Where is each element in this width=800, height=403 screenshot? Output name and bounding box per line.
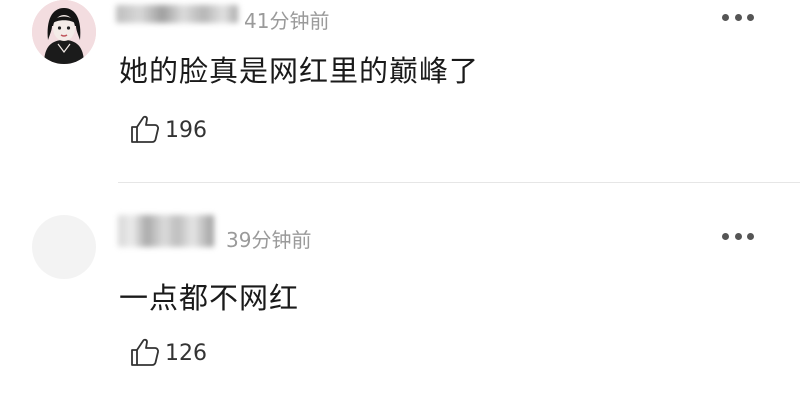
comment-time: 39分钟前 (226, 228, 312, 252)
divider (118, 182, 800, 183)
comment-text: 一点都不网红 (119, 281, 300, 315)
more-dots-icon[interactable] (722, 233, 754, 241)
thumbs-up-icon (131, 338, 159, 366)
like-button[interactable]: 196 (128, 112, 207, 146)
comment-item: 41分钟前 她的脸真是网红里的巅峰了 196 (0, 0, 800, 183)
blank-avatar[interactable] (32, 215, 96, 279)
username-blurred[interactable] (116, 5, 238, 23)
like-button[interactable]: 126 (128, 335, 207, 369)
female-portrait-avatar-icon (32, 0, 96, 64)
more-dots-icon[interactable] (722, 14, 754, 22)
comment-text: 她的脸真是网红里的巅峰了 (119, 54, 480, 88)
like-count: 126 (165, 340, 207, 366)
comment-item: 39分钟前 一点都不网红 126 (0, 185, 800, 403)
dot (734, 233, 742, 240)
comment-time: 41分钟前 (244, 9, 330, 33)
avatar[interactable] (32, 0, 96, 64)
dot (747, 233, 754, 240)
username-blurred[interactable] (118, 215, 214, 247)
dot (722, 233, 729, 240)
dot (747, 14, 754, 21)
dot (722, 14, 729, 21)
dot (734, 14, 742, 21)
like-count: 196 (165, 117, 207, 143)
thumbs-up-icon (131, 115, 159, 143)
